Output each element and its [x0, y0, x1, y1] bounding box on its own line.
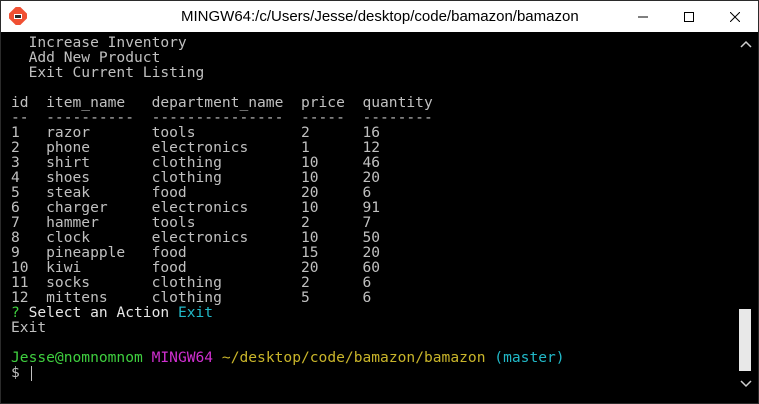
prompt-path: ~/desktop/code/bamazon/bamazon [221, 349, 486, 366]
terminal-window: MINGW64:/c/Users/Jesse/desktop/code/bama… [0, 0, 759, 404]
table-divider: -- ---------- --------------- ----- ----… [11, 109, 433, 126]
table-row: 8 clock electronics 10 50 [11, 229, 381, 246]
prompt-user-host: Jesse@nomnomnom [11, 349, 143, 366]
maximize-button[interactable] [666, 1, 712, 32]
table-row: 1 razor tools 2 16 [11, 124, 381, 141]
prompt-env: MINGW64 [151, 349, 214, 366]
table-row: 10 kiwi food 20 60 [11, 259, 381, 276]
text-cursor [31, 366, 32, 381]
prompt-symbol: $ [11, 364, 20, 381]
table-row: 12 mittens clothing 5 6 [11, 289, 372, 306]
command-line[interactable]: $ [11, 365, 20, 380]
close-button[interactable] [712, 1, 758, 32]
maximize-icon [684, 11, 694, 22]
minimize-button[interactable] [620, 1, 666, 32]
table-row: 3 shirt clothing 10 46 [11, 154, 381, 171]
git-bash-icon [9, 7, 27, 25]
scroll-up-icon[interactable] [738, 38, 754, 50]
menu-option: Exit Current Listing [11, 64, 205, 81]
title-bar[interactable]: MINGW64:/c/Users/Jesse/desktop/code/bama… [1, 1, 758, 32]
prompt-branch: (master) [494, 349, 565, 366]
menu-option: Increase Inventory [11, 34, 187, 51]
table-row: 6 charger electronics 10 91 [11, 199, 381, 216]
table-row: 4 shoes clothing 10 20 [11, 169, 381, 186]
table-row: 5 steak food 20 6 [11, 184, 372, 201]
window-title: MINGW64:/c/Users/Jesse/desktop/code/bama… [181, 8, 579, 25]
prompt-answer: Exit [177, 304, 214, 321]
inquirer-prompt: ? Select an Action Exit [11, 305, 213, 320]
menu-option: Add New Product [11, 49, 161, 66]
close-icon [730, 11, 740, 22]
table-row: 7 hammer tools 2 7 [11, 214, 372, 231]
table-row: 2 phone electronics 1 12 [11, 139, 381, 156]
table-row: 11 socks clothing 2 6 [11, 274, 372, 291]
scroll-down-icon[interactable] [738, 378, 754, 390]
table-row: 9 pineapple food 15 20 [11, 244, 381, 261]
vertical-scrollbar[interactable] [734, 32, 758, 403]
terminal-output[interactable]: Increase Inventory Add New Product Exit … [1, 32, 734, 403]
minimize-icon [638, 16, 648, 17]
shell-prompt-line: Jesse@nomnomnom MINGW64 ~/desktop/code/b… [11, 350, 565, 365]
answer-echo: Exit [11, 319, 47, 336]
scrollbar-thumb[interactable] [739, 309, 751, 371]
table-header: id item_name department_name price quant… [11, 94, 433, 111]
